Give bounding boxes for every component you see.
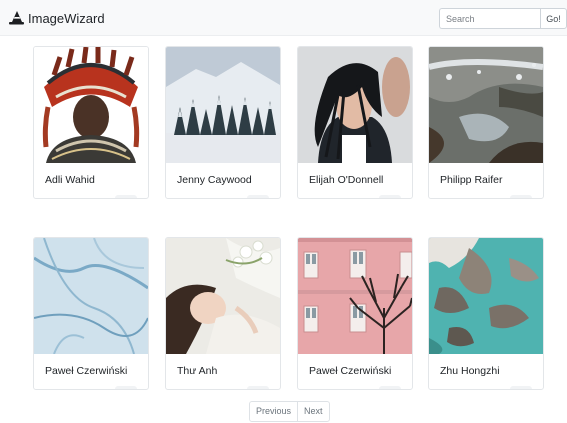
download-button[interactable] — [379, 195, 401, 198]
image-card: Thư Anh — [165, 237, 281, 390]
card-title: Philipp Raifer — [440, 174, 503, 186]
card-image[interactable] — [34, 238, 148, 354]
card-title: Thư Anh — [177, 365, 218, 377]
card-image[interactable] — [429, 47, 543, 163]
download-button[interactable] — [510, 386, 532, 389]
image-card: Paweł Czerwiński — [297, 237, 413, 390]
card-image[interactable] — [298, 238, 412, 354]
card-image[interactable] — [298, 47, 412, 163]
brand-name: ImageWizard — [28, 10, 105, 26]
card-title: Adli Wahid — [45, 174, 95, 186]
card-title: Zhu Hongzhi — [440, 365, 500, 377]
download-button[interactable] — [247, 195, 269, 198]
image-card: Elijah O'Donnell — [297, 46, 413, 199]
image-card: Adli Wahid — [33, 46, 149, 199]
download-button[interactable] — [115, 386, 137, 389]
previous-page-button[interactable]: Previous — [250, 402, 297, 421]
download-button[interactable] — [379, 386, 401, 389]
pagination: Previous Next — [249, 401, 330, 422]
search-input[interactable] — [439, 8, 540, 29]
image-card: Zhu Hongzhi — [428, 237, 544, 390]
wizard-hat-icon — [9, 11, 24, 25]
card-image[interactable] — [166, 47, 280, 163]
card-title: Elijah O'Donnell — [309, 174, 384, 186]
card-image[interactable] — [166, 238, 280, 354]
download-button[interactable] — [247, 386, 269, 389]
top-navbar: ImageWizard Go! — [0, 0, 567, 36]
card-title: Jenny Caywood — [177, 174, 252, 186]
download-button[interactable] — [510, 195, 532, 198]
card-image[interactable] — [429, 238, 543, 354]
search-button[interactable]: Go! — [540, 8, 567, 29]
image-card: Jenny Caywood — [165, 46, 281, 199]
card-image[interactable] — [34, 47, 148, 163]
next-page-button[interactable]: Next — [297, 402, 329, 421]
image-card: Paweł Czerwiński — [33, 237, 149, 390]
card-title: Paweł Czerwiński — [45, 365, 128, 377]
download-button[interactable] — [115, 195, 137, 198]
image-card: Philipp Raifer — [428, 46, 544, 199]
brand-link[interactable]: ImageWizard — [8, 10, 105, 26]
card-title: Paweł Czerwiński — [309, 365, 392, 377]
